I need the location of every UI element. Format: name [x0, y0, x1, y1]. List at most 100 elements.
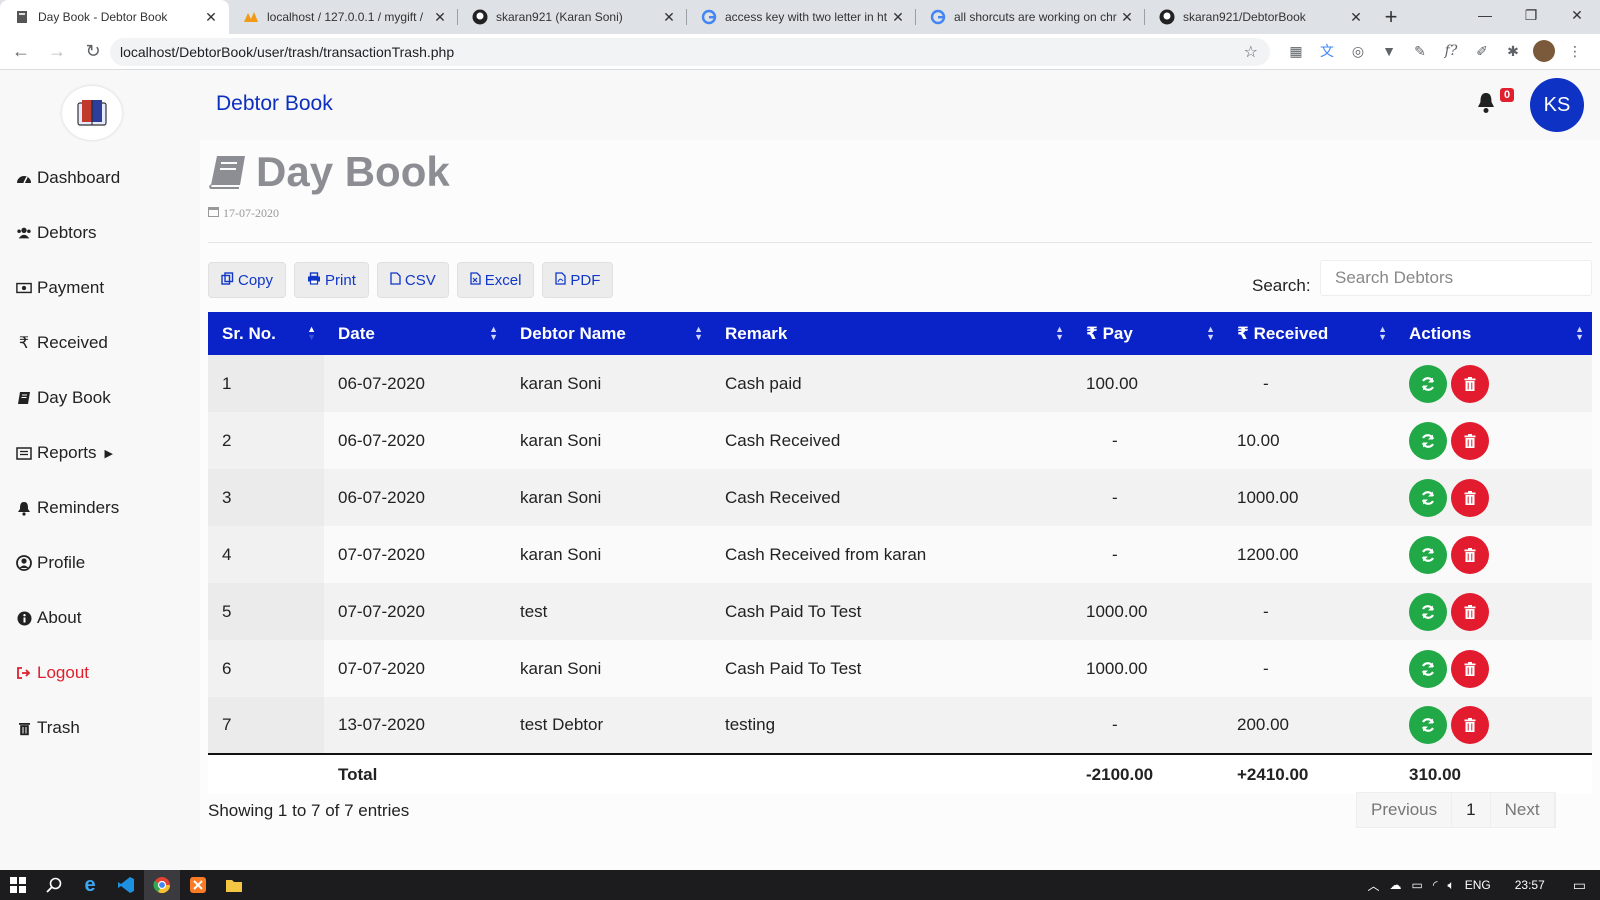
- divider: [208, 242, 1592, 243]
- notifications-icon[interactable]: ▭: [1573, 877, 1586, 894]
- close-tab-icon[interactable]: ✕: [661, 9, 677, 26]
- extension-grid-icon[interactable]: ▦: [1285, 40, 1307, 62]
- close-window-icon[interactable]: ✕: [1554, 0, 1600, 30]
- wifi-icon[interactable]: ◜: [1433, 878, 1438, 892]
- close-tab-icon[interactable]: ✕: [432, 9, 448, 26]
- url-bar[interactable]: i localhost/DebtorBook/user/trash/transa…: [110, 38, 1270, 715]
- bookmark-star-icon[interactable]: ☆: [1244, 42, 1258, 62]
- delete-button[interactable]: [1451, 592, 1489, 631]
- xampp-icon[interactable]: [180, 870, 216, 900]
- vuejs-icon[interactable]: ▼: [1378, 40, 1400, 62]
- column-header-actions[interactable]: Actions ▲ ▼: [1395, 312, 1592, 355]
- user-avatar[interactable]: KS: [1530, 78, 1584, 132]
- onedrive-cloud-icon[interactable]: ☁: [1390, 878, 1402, 892]
- browser-tab[interactable]: all shorcuts are working on chr ✕: [916, 0, 1145, 34]
- sidebar-item-reports[interactable]: Reports ▶: [16, 443, 113, 463]
- cell-remark: testing: [725, 715, 776, 734]
- vscode-icon[interactable]: [108, 870, 144, 900]
- chevron-up-icon[interactable]: ︿: [1368, 877, 1380, 894]
- chrome-icon[interactable]: [144, 870, 180, 900]
- restore-button[interactable]: [1409, 421, 1447, 460]
- close-tab-icon[interactable]: ✕: [1119, 9, 1135, 26]
- app-logo[interactable]: [62, 86, 122, 140]
- restore-button[interactable]: [1409, 535, 1447, 574]
- sidebar-item-received[interactable]: ₹ Received: [16, 333, 108, 353]
- sidebar-item-reminders[interactable]: Reminders: [16, 498, 119, 518]
- sidebar-item-profile[interactable]: Profile: [16, 553, 85, 573]
- new-tab-icon[interactable]: +: [1374, 0, 1408, 34]
- excel-button[interactable]: Excel: [456, 262, 535, 298]
- translate-icon[interactable]: 文: [1316, 40, 1338, 62]
- notification-bell-icon[interactable]: [1476, 92, 1496, 114]
- clock[interactable]: 23:57: [1515, 878, 1545, 892]
- delete-button[interactable]: [1451, 421, 1489, 460]
- browser-tab[interactable]: skaran921/DebtorBook ✕: [1145, 0, 1374, 34]
- column-header-pay[interactable]: ₹ Pay ▲ ▼: [1072, 312, 1223, 355]
- windows-start-icon[interactable]: [0, 870, 36, 900]
- back-arrow-icon[interactable]: ←: [6, 37, 36, 67]
- file-explorer-icon[interactable]: [216, 870, 252, 900]
- cell-received: 1000.00: [1237, 487, 1299, 507]
- delete-button[interactable]: [1451, 364, 1489, 403]
- page-number-button[interactable]: 1: [1452, 793, 1491, 827]
- edit-extension-icon[interactable]: ✐: [1471, 40, 1493, 62]
- column-header-received[interactable]: ₹ Received ▲ ▼: [1223, 312, 1395, 355]
- brand-title[interactable]: Debtor Book: [216, 92, 333, 116]
- close-tab-icon[interactable]: ✕: [1348, 9, 1364, 26]
- pdf-button[interactable]: PDF: [542, 262, 614, 298]
- sidebar-item-about[interactable]: About: [16, 608, 81, 628]
- sidebar-item-payment[interactable]: Payment: [16, 278, 104, 298]
- restore-button[interactable]: [1409, 706, 1447, 744]
- browser-tab[interactable]: access key with two letter in ht ✕: [687, 0, 916, 34]
- menu-dots-icon[interactable]: ⋮: [1564, 40, 1586, 62]
- main-content: Day Book 17-07-2020 Copy Print CSV Excel…: [200, 140, 1600, 870]
- close-tab-icon[interactable]: ✕: [203, 9, 219, 26]
- browser-tab[interactable]: localhost / 127.0.0.1 / mygift / ✕: [229, 0, 458, 34]
- reload-icon[interactable]: ↻: [78, 37, 108, 67]
- restore-button[interactable]: [1409, 649, 1447, 688]
- function-icon[interactable]: f?: [1440, 40, 1462, 62]
- copy-button[interactable]: Copy: [208, 262, 287, 298]
- previous-page-button[interactable]: Previous: [1357, 793, 1453, 827]
- column-header-date[interactable]: Date ▲ ▼: [324, 312, 506, 355]
- delete-button[interactable]: [1451, 706, 1489, 744]
- restore-button[interactable]: [1409, 364, 1447, 403]
- sidebar-item-day-book[interactable]: Day Book: [16, 388, 111, 408]
- volume-icon[interactable]: 🔈︎: [1448, 878, 1455, 893]
- delete-button[interactable]: [1451, 535, 1489, 574]
- search-input[interactable]: [1320, 260, 1592, 296]
- column-header-remark[interactable]: Remark ▲ ▼: [711, 312, 1072, 355]
- restore-button[interactable]: [1409, 592, 1447, 631]
- minimize-icon[interactable]: —: [1462, 0, 1508, 30]
- restore-window-icon[interactable]: ❐: [1508, 0, 1554, 30]
- delete-button[interactable]: [1451, 649, 1489, 688]
- edge-icon[interactable]: e: [72, 870, 108, 900]
- puzzle-icon[interactable]: ✱: [1502, 40, 1524, 62]
- close-tab-icon[interactable]: ✕: [890, 9, 906, 26]
- restore-button[interactable]: [1409, 478, 1447, 517]
- total-received: +2410.00: [1237, 764, 1309, 784]
- row-actions: [1409, 706, 1578, 744]
- browser-tab[interactable]: Day Book - Debtor Book ✕: [0, 0, 229, 34]
- row-actions: [1409, 421, 1578, 460]
- sidebar-item-logout[interactable]: Logout: [16, 663, 89, 683]
- sidebar-item-trash[interactable]: Trash: [16, 718, 80, 738]
- browser-tab[interactable]: skaran921 (Karan Soni) ✕: [458, 0, 687, 34]
- battery-icon[interactable]: ▭: [1412, 878, 1423, 892]
- extension-circle-icon[interactable]: ◎: [1347, 40, 1369, 62]
- sidebar-item-dashboard[interactable]: Dashboard: [16, 168, 120, 188]
- print-button[interactable]: Print: [294, 262, 369, 298]
- trash-icon: [1464, 661, 1476, 676]
- sidebar-item-debtors[interactable]: Debtors: [16, 223, 97, 243]
- language-indicator[interactable]: ENG: [1465, 878, 1491, 892]
- column-header-sr-no[interactable]: Sr. No. ▲ ▼: [208, 312, 324, 355]
- next-page-button[interactable]: Next: [1491, 793, 1555, 827]
- delete-button[interactable]: [1451, 478, 1489, 517]
- csv-button[interactable]: CSV: [376, 262, 449, 298]
- search-icon[interactable]: [36, 870, 72, 900]
- column-header-debtor-name[interactable]: Debtor Name ▲ ▼: [506, 312, 711, 355]
- pen-icon[interactable]: ✎: [1409, 40, 1431, 62]
- forward-arrow-icon[interactable]: →: [42, 37, 72, 67]
- sidebar-item-label: Payment: [37, 278, 105, 297]
- profile-avatar-icon[interactable]: [1533, 40, 1555, 62]
